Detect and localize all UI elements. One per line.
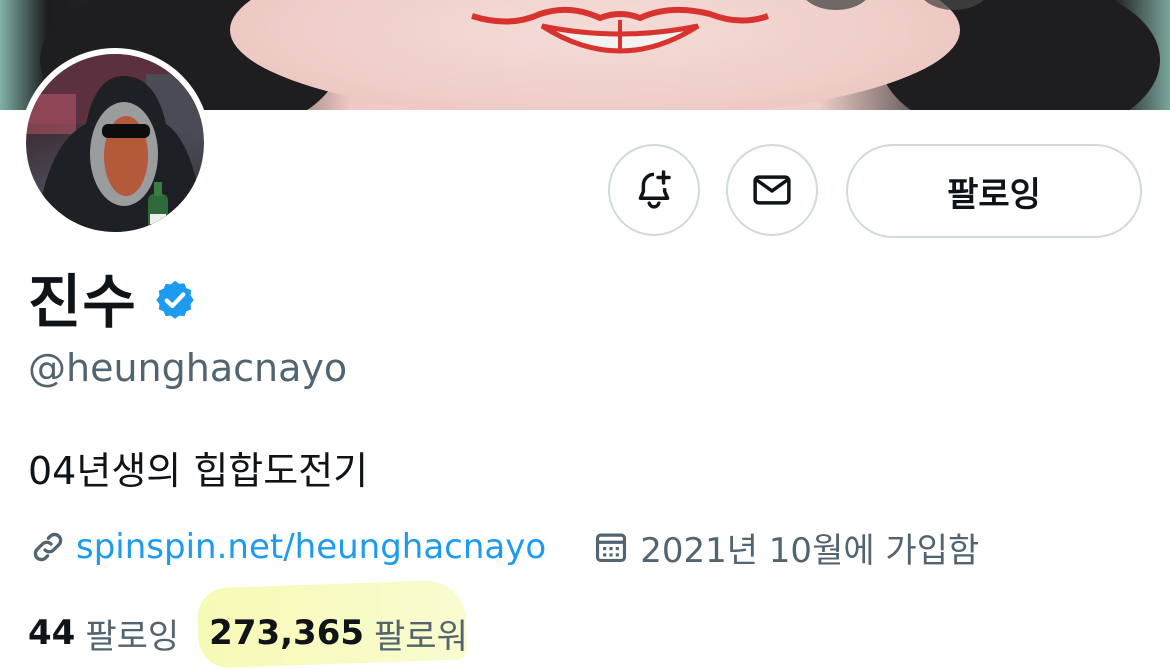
followers-label: 팔로워 bbox=[374, 616, 468, 657]
verified-badge-icon[interactable] bbox=[153, 278, 197, 322]
joined-date: 2021년 10월에 가입함 bbox=[640, 530, 980, 571]
following-label: 팔로잉 bbox=[85, 616, 180, 657]
follow-stats: 44 팔로잉 273,365 팔로워 bbox=[28, 608, 468, 658]
envelope-icon bbox=[753, 175, 791, 205]
message-button[interactable] bbox=[726, 144, 818, 236]
banner-lips bbox=[471, 6, 770, 54]
avatar[interactable] bbox=[20, 48, 210, 238]
followers-count: 273,365 bbox=[209, 613, 365, 653]
profile-meta: spinspin.net/heunghacnayo 2021년 10월에 가입함 bbox=[28, 524, 980, 571]
link-icon bbox=[33, 532, 63, 562]
display-name: 진수 bbox=[28, 268, 137, 336]
following-button[interactable]: 팔로잉 bbox=[846, 144, 1142, 238]
followers-stat[interactable]: 273,365 팔로워 bbox=[209, 609, 468, 658]
calendar-icon bbox=[596, 533, 627, 563]
following-count: 44 bbox=[28, 613, 76, 653]
user-handle: @heunghacnayo bbox=[28, 346, 348, 390]
notify-button[interactable] bbox=[608, 144, 700, 236]
bell-plus-icon bbox=[638, 170, 671, 209]
profile-bio: 04년생의 힙합도전기 bbox=[28, 449, 369, 493]
website-link[interactable]: spinspin.net/heunghacnayo bbox=[76, 527, 546, 567]
name-row: 진수 bbox=[28, 262, 197, 336]
avatar-image bbox=[26, 54, 204, 232]
following-stat[interactable]: 44 팔로잉 bbox=[28, 609, 179, 658]
